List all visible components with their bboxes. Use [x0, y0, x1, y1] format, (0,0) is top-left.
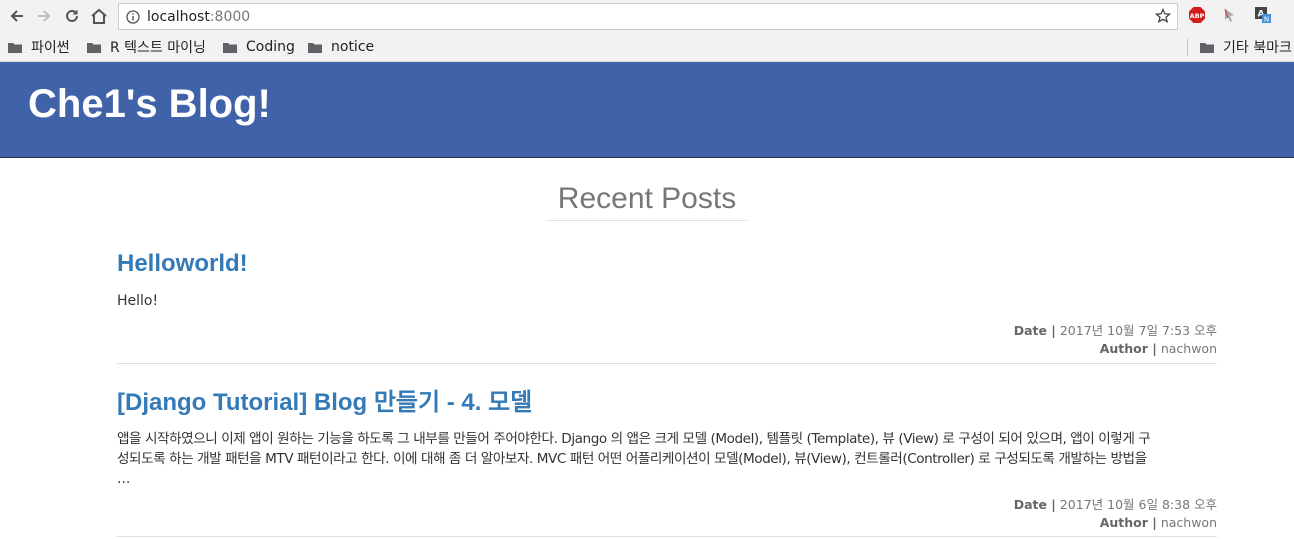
excerpt-line: 성되도록 하는 개발 패턴을 MTV 패턴이라고 한다. 이에 대해 좀 더 알…: [117, 451, 1147, 467]
back-button[interactable]: [6, 5, 28, 27]
url-port: :8000: [209, 8, 251, 25]
adblock-plus-icon[interactable]: ABP: [1188, 6, 1206, 24]
url-text[interactable]: localhost:8000: [147, 9, 250, 25]
post-date: 2017년 10월 7일 7:53 오후: [1059, 323, 1217, 338]
svg-text:N: N: [1264, 16, 1269, 24]
blog-title-link[interactable]: Che1's Blog!: [28, 82, 271, 127]
bookmark-folder-coding[interactable]: Coding: [223, 37, 295, 57]
bookmarks-separator: [1187, 39, 1188, 56]
bookmark-folder-r-text-mining[interactable]: R 텍스트 마이닝: [87, 37, 206, 57]
post-date: 2017년 10월 6일 8:38 오후: [1059, 497, 1217, 512]
bookmark-folder-notice[interactable]: notice: [308, 37, 374, 57]
post-author: nachwon: [1160, 341, 1217, 356]
reload-icon: [66, 9, 78, 22]
browser-toolbar: localhost:8000 ABP AN: [0, 0, 1294, 33]
folder-icon: [308, 42, 322, 53]
cursor-extension-icon[interactable]: [1220, 6, 1238, 24]
bookmark-star-icon[interactable]: [1154, 7, 1172, 29]
forward-arrow-icon: [38, 10, 51, 22]
folder-icon: [8, 42, 22, 53]
post-author-row: Author | nachwon: [117, 340, 1217, 358]
address-bar[interactable]: localhost:8000: [118, 3, 1178, 30]
post-date-row: Date | 2017년 10월 6일 8:38 오후: [117, 496, 1217, 514]
bookmark-label: 파이썬: [31, 40, 70, 56]
bookmark-folder-python[interactable]: 파이썬: [8, 37, 70, 57]
forward-button[interactable]: [33, 5, 55, 27]
back-arrow-icon: [10, 10, 23, 22]
info-icon[interactable]: [126, 9, 140, 24]
post-divider: [117, 536, 1217, 537]
date-label: Date |: [1013, 497, 1056, 512]
folder-icon: [223, 42, 237, 53]
section-title: Recent Posts: [547, 182, 747, 221]
folder-icon: [1200, 42, 1214, 53]
author-label: Author |: [1099, 515, 1157, 530]
url-host: localhost: [147, 8, 210, 25]
abp-label: ABP: [1190, 12, 1205, 20]
home-button[interactable]: [88, 5, 110, 27]
other-bookmarks-label: 기타 북마크: [1223, 40, 1292, 56]
post-excerpt: Hello!: [117, 293, 159, 309]
bookmark-label: Coding: [246, 39, 295, 55]
date-label: Date |: [1013, 323, 1056, 338]
post-item: [Django Tutorial] Blog 만들기 - 4. 모델 앱을 시작…: [117, 382, 1217, 532]
other-bookmarks-folder[interactable]: 기타 북마크: [1200, 37, 1292, 57]
excerpt-line: ...: [117, 471, 131, 487]
post-meta: Date | 2017년 10월 6일 8:38 오후 Author | nac…: [117, 496, 1217, 532]
bookmark-label: notice: [331, 39, 375, 55]
blog-header: Che1's Blog!: [0, 62, 1294, 158]
post-author: nachwon: [1160, 515, 1217, 530]
bookmark-label: R 텍스트 마이닝: [110, 40, 206, 56]
post-title-link[interactable]: [Django Tutorial] Blog 만들기 - 4. 모델: [117, 389, 532, 416]
author-label: Author |: [1099, 341, 1157, 356]
folder-icon: [87, 42, 101, 53]
bookmarks-bar: 파이썬 R 텍스트 마이닝 Coding notice 기타 북마크: [0, 33, 1294, 62]
post-title-link[interactable]: Helloworld!: [117, 250, 248, 277]
reload-button[interactable]: [61, 5, 83, 27]
home-icon: [91, 8, 107, 24]
excerpt-line: 앱을 시작하였으니 이제 앱이 원하는 기능을 하도록 그 내부를 만들어 주어…: [117, 431, 1151, 447]
post-excerpt: 앱을 시작하였으니 이제 앱이 원하는 기능을 하도록 그 내부를 만들어 주어…: [117, 429, 1217, 489]
post-author-row: Author | nachwon: [117, 514, 1217, 532]
translate-extension-icon[interactable]: AN: [1254, 6, 1272, 24]
post-meta: Date | 2017년 10월 7일 7:53 오후 Author | nac…: [117, 322, 1217, 358]
post-divider: [117, 363, 1217, 364]
post-date-row: Date | 2017년 10월 7일 7:53 오후: [117, 322, 1217, 340]
post-item: Helloworld! Hello! Date | 2017년 10월 7일 7…: [117, 250, 1217, 358]
